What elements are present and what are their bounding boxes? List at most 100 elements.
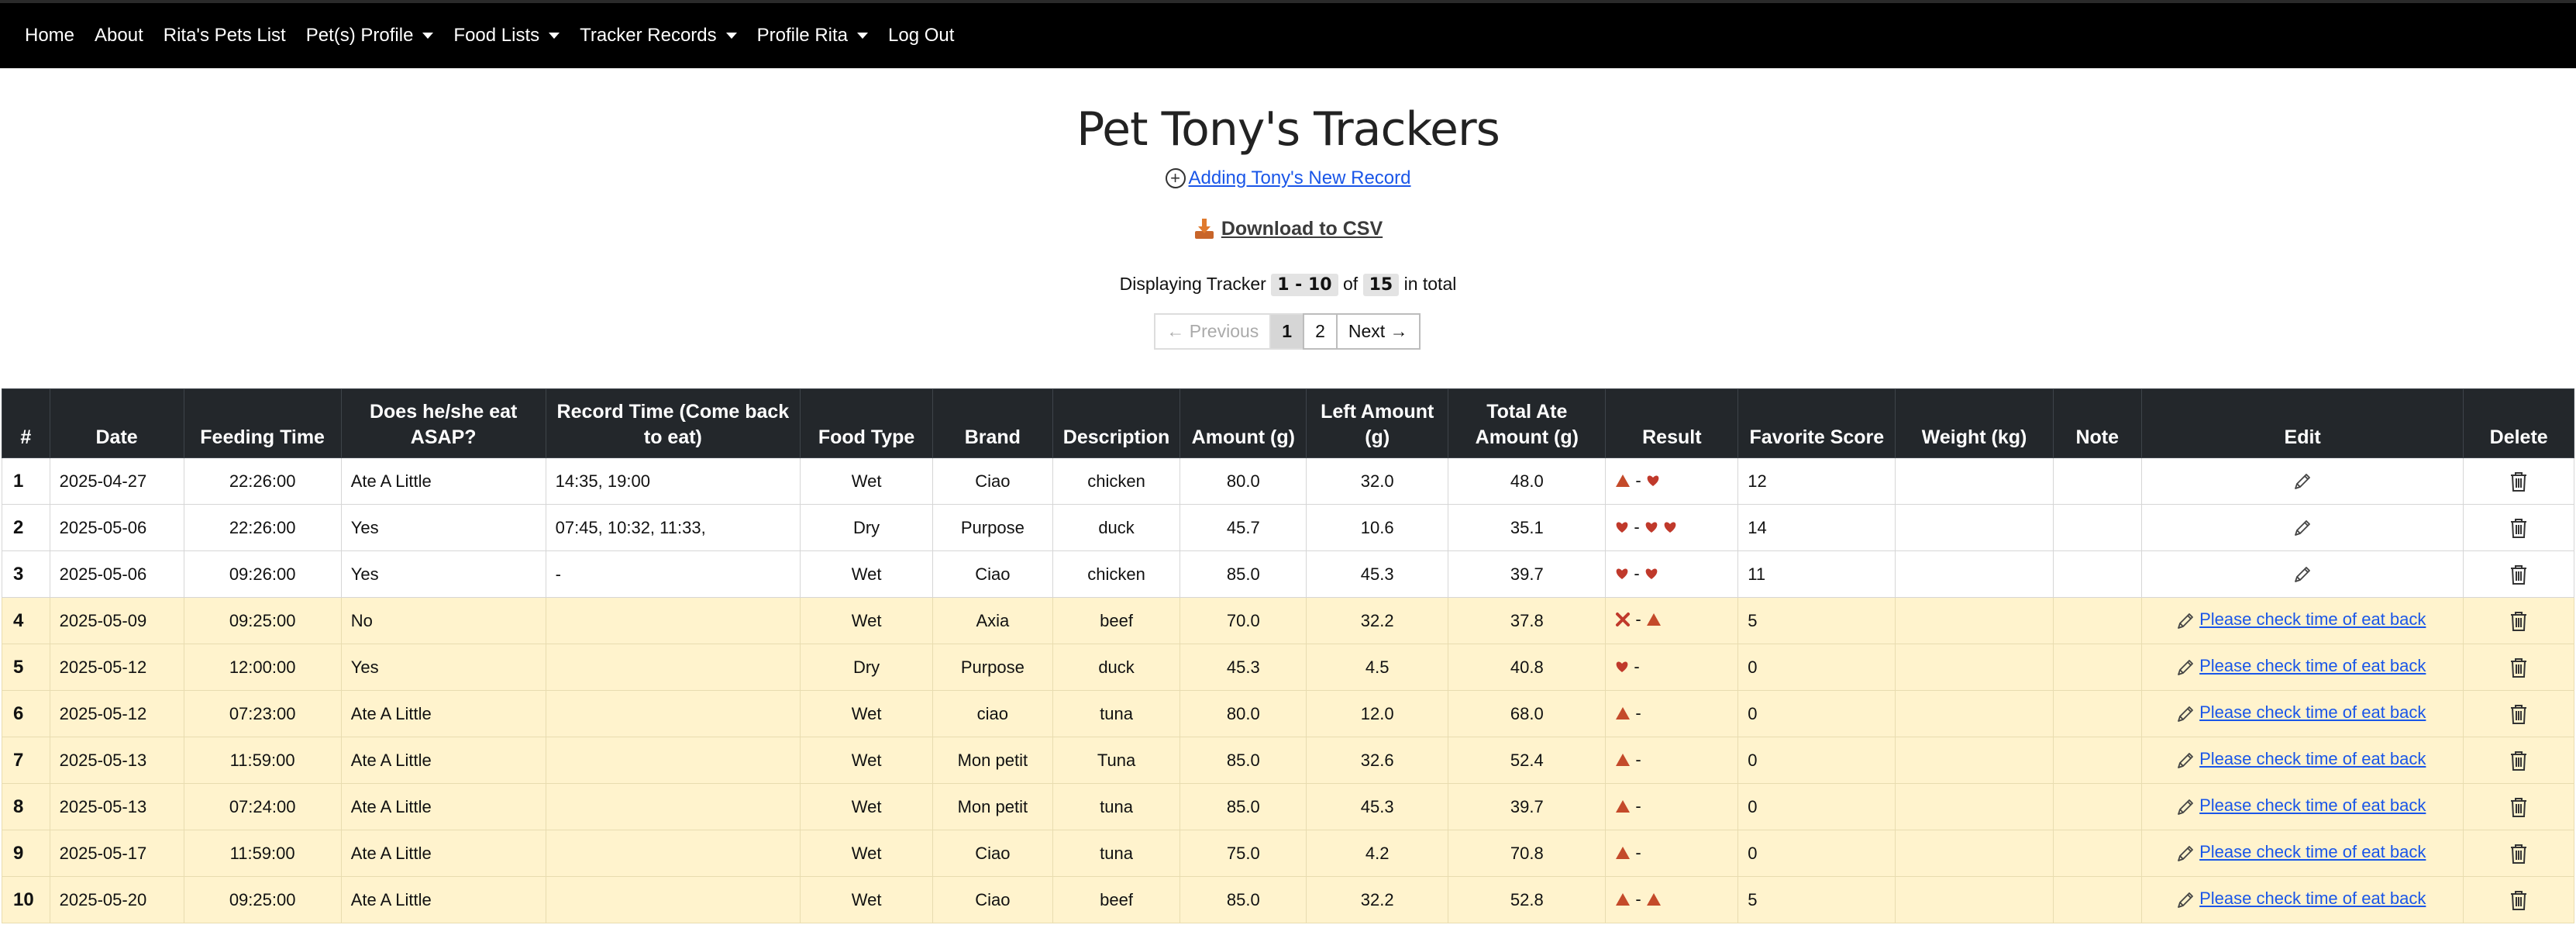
page-2-button[interactable]: 2	[1303, 313, 1338, 350]
nav-item-pet-s-profile[interactable]: Pet(s) Profile	[306, 25, 434, 47]
delete-cell[interactable]	[2463, 504, 2574, 551]
add-record-link-wrap[interactable]: + Adding Tony's New Record	[1165, 167, 1411, 189]
nav-item-tracker-records[interactable]: Tracker Records	[580, 25, 737, 47]
download-csv-link[interactable]: Download to CSV	[1221, 218, 1383, 240]
feeding-time-cell: 22:26:00	[183, 457, 342, 505]
check-eat-back-link[interactable]: Please check time of eat back	[2199, 656, 2426, 675]
delete-cell[interactable]	[2463, 457, 2574, 505]
range-chip: 1 - 10	[1271, 274, 1338, 296]
food-type-cell: Dry	[800, 644, 933, 691]
cross-icon	[1616, 613, 1631, 626]
delete-cell[interactable]	[2463, 737, 2574, 784]
delete-cell[interactable]	[2463, 830, 2574, 877]
next-page-button[interactable]: Next →	[1335, 313, 1421, 350]
date-cell: 2025-05-09	[49, 597, 184, 644]
previous-page-button[interactable]: ← Previous	[1154, 313, 1272, 350]
column-header: Brand	[932, 388, 1053, 458]
page-1-button[interactable]: 1	[1269, 313, 1305, 350]
edit-cell[interactable]: Please check time of eat back	[2140, 737, 2464, 784]
check-eat-back-link[interactable]: Please check time of eat back	[2199, 842, 2426, 861]
result-separator: -	[1634, 517, 1640, 537]
delete-cell[interactable]	[2463, 876, 2574, 923]
delete-button[interactable]	[2508, 702, 2530, 724]
total-ate-cell: 37.8	[1448, 597, 1607, 644]
delete-cell[interactable]	[2463, 690, 2574, 737]
edit-cell[interactable]: Please check time of eat back	[2140, 644, 2464, 691]
description-cell: tuna	[1052, 830, 1181, 877]
note-cell	[2052, 690, 2142, 737]
nav-item-food-lists[interactable]: Food Lists	[453, 25, 560, 47]
edit-cell[interactable]	[2140, 550, 2464, 598]
edit-cell[interactable]: Please check time of eat back	[2140, 690, 2464, 737]
delete-button[interactable]	[2508, 795, 2530, 817]
edit-cell[interactable]: Please check time of eat back	[2140, 783, 2464, 830]
column-header: Record Time (Come back to eat)	[545, 388, 801, 458]
check-eat-back-link[interactable]: Please check time of eat back	[2199, 795, 2426, 815]
delete-button[interactable]	[2508, 470, 2530, 492]
delete-button[interactable]	[2508, 749, 2530, 771]
row-number: 9	[2, 830, 50, 877]
column-header: Date	[49, 388, 184, 458]
column-header: Description	[1052, 388, 1181, 458]
nav-item-label: Home	[25, 25, 75, 46]
nav-item-profile-rita[interactable]: Profile Rita	[757, 25, 868, 47]
edit-cell[interactable]	[2140, 457, 2464, 505]
nav-item-label: Log Out	[888, 25, 955, 46]
amount-cell: 85.0	[1180, 550, 1307, 598]
nav-item-rita-s-pets-list[interactable]: Rita's Pets List	[164, 25, 286, 47]
eat-asap-cell: Yes	[340, 644, 546, 691]
result-icons: -	[1615, 889, 1661, 909]
delete-button[interactable]	[2508, 609, 2530, 631]
delete-cell[interactable]	[2463, 644, 2574, 691]
total-chip: 15	[1362, 274, 1400, 296]
column-header: Food Type	[800, 388, 933, 458]
check-eat-back-link[interactable]: Please check time of eat back	[2199, 609, 2426, 629]
download-csv-wrap[interactable]: Download to CSV	[1193, 217, 1383, 240]
edit-button[interactable]	[2292, 470, 2313, 489]
favorite-score-cell: 12	[1737, 457, 1896, 505]
nav-item-home[interactable]: Home	[25, 25, 74, 47]
column-header: Left Amount (g)	[1306, 388, 1449, 458]
edit-cell[interactable]: Please check time of eat back	[2140, 597, 2464, 644]
feeding-time-cell: 09:26:00	[183, 550, 342, 598]
result-cell: -	[1605, 550, 1739, 598]
edit-button[interactable]	[2292, 563, 2313, 582]
result-separator: -	[1635, 795, 1641, 816]
food-type-cell: Wet	[800, 597, 933, 644]
nav-item-log-out[interactable]: Log Out	[888, 25, 954, 47]
delete-cell[interactable]	[2463, 550, 2574, 598]
delete-button[interactable]	[2508, 656, 2530, 678]
check-eat-back-link[interactable]: Please check time of eat back	[2199, 702, 2426, 722]
date-cell: 2025-05-20	[49, 876, 184, 923]
delete-cell[interactable]	[2463, 783, 2574, 830]
page-title: Pet Tony's Trackers	[1076, 102, 1500, 157]
edit-cell[interactable]: Please check time of eat back	[2140, 830, 2464, 877]
delete-button[interactable]	[2508, 516, 2530, 538]
heart-icon	[1617, 568, 1628, 579]
nav-item-about[interactable]: About	[95, 25, 143, 47]
edit-button[interactable]	[2292, 516, 2313, 536]
favorite-score-cell: 5	[1737, 876, 1896, 923]
result-separator: -	[1635, 889, 1641, 909]
row-number: 10	[2, 876, 50, 923]
check-eat-back-link[interactable]: Please check time of eat back	[2199, 749, 2426, 768]
edit-cell[interactable]: Please check time of eat back	[2140, 876, 2464, 923]
result-icons: -	[1615, 471, 1659, 491]
pencil-icon	[2178, 752, 2194, 768]
displaying-summary: Displaying Tracker 1 - 10 of 15 in total	[1119, 274, 1457, 296]
check-eat-back-link[interactable]: Please check time of eat back	[2199, 889, 2426, 908]
favorite-score-cell: 14	[1737, 504, 1896, 551]
delete-button[interactable]	[2508, 842, 2530, 864]
table-row: 8 2025-05-13 07:24:00 Ate A Little Wet Mon pe…	[2, 783, 2574, 830]
delete-button[interactable]	[2508, 889, 2530, 910]
triangle-icon	[1616, 846, 1631, 859]
delete-cell[interactable]	[2463, 597, 2574, 644]
add-record-link[interactable]: Adding Tony's New Record	[1189, 167, 1411, 189]
eat-asap-cell: Ate A Little	[340, 737, 546, 784]
edit-cell[interactable]	[2140, 504, 2464, 551]
total-ate-cell: 48.0	[1448, 457, 1607, 505]
delete-button[interactable]	[2508, 563, 2530, 585]
amount-cell: 85.0	[1180, 876, 1307, 923]
pencil-icon	[2178, 799, 2194, 815]
amount-cell: 80.0	[1180, 457, 1307, 505]
